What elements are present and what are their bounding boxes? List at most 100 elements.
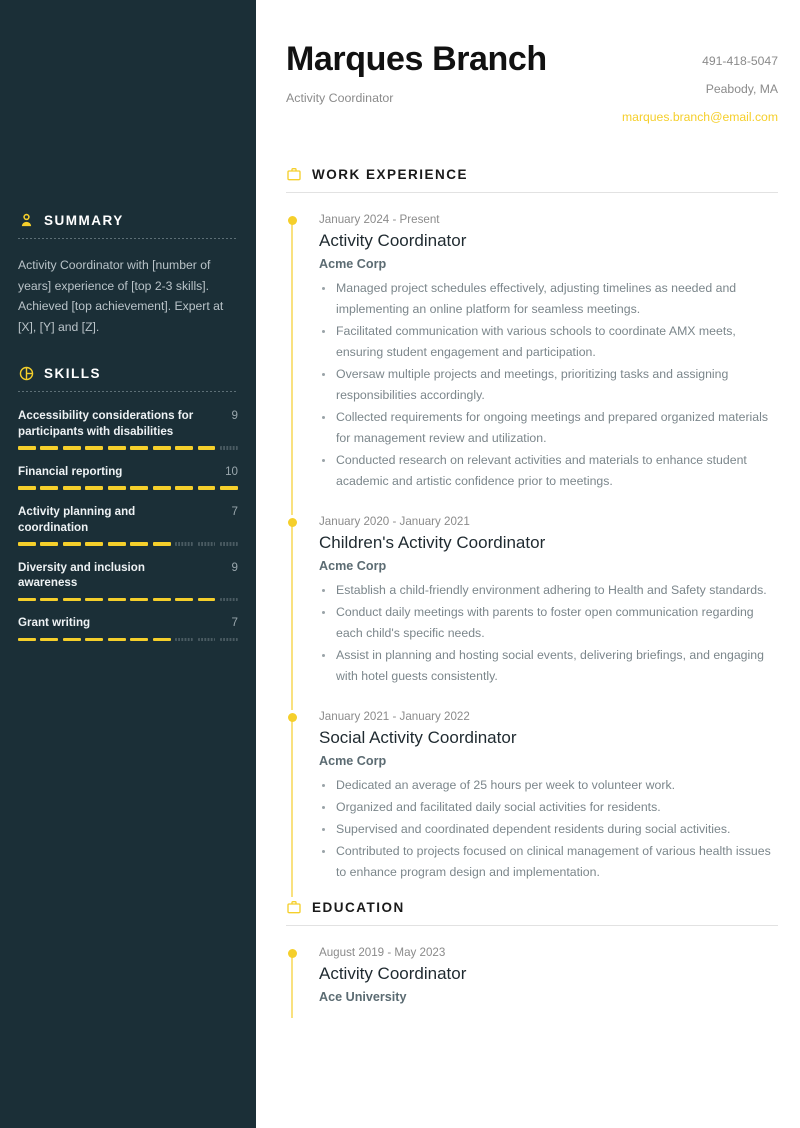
work-experience-header: WORK EXPERIENCE bbox=[286, 166, 778, 182]
skill-rating-segment bbox=[18, 486, 36, 491]
skill-rating-segment bbox=[40, 637, 59, 642]
skill-item: Diversity and inclusion awareness 9 bbox=[18, 560, 238, 602]
skill-top: Grant writing 7 bbox=[18, 615, 238, 631]
sidebar-section-skills: SKILLS Accessibility considerations for … bbox=[18, 337, 238, 642]
timeline-line bbox=[291, 521, 293, 710]
entry-role: Activity Coordinator bbox=[319, 231, 467, 250]
skill-name: Grant writing bbox=[18, 616, 91, 630]
skill-rating-segment bbox=[62, 446, 81, 450]
skill-score: 9 bbox=[231, 409, 238, 423]
summary-header: SUMMARY bbox=[18, 212, 238, 229]
section-work-experience: WORK EXPERIENCE January 2024 - Present Ac… bbox=[286, 166, 778, 897]
skill-rating-segment bbox=[175, 542, 194, 546]
skill-rating-segment bbox=[85, 597, 104, 602]
entry-bullet-list: Establish a child-friendly environment a… bbox=[319, 580, 778, 687]
timeline-dot bbox=[287, 518, 297, 527]
entry-bullet-list: Dedicated an average of 25 hours per wee… bbox=[319, 775, 778, 883]
skills-list: Accessibility considerations for partici… bbox=[18, 408, 238, 642]
skill-name: Financial reporting bbox=[18, 464, 123, 478]
contact-block: 491-418-5047 Peabody, MA marques.branch@… bbox=[622, 40, 778, 124]
resume-page: SUMMARY Activity Coordinator with [numbe… bbox=[0, 0, 800, 1128]
timeline-dot bbox=[287, 216, 297, 225]
summary-text: Activity Coordinator with [number of yea… bbox=[18, 258, 224, 334]
entry-organization: Acme Corp bbox=[319, 257, 387, 271]
skill-rating-segment bbox=[62, 542, 81, 546]
work-experience-entries: January 2024 - Present Activity Coordinat… bbox=[286, 193, 778, 897]
education-title: EDUCATION bbox=[312, 899, 405, 915]
entry-role: Social Activity Coordinator bbox=[319, 728, 517, 747]
skill-rating-segment bbox=[18, 542, 36, 546]
work-experience-title: WORK EXPERIENCE bbox=[312, 166, 469, 182]
person-icon bbox=[18, 212, 35, 229]
entry-date: January 2020 - January 2021 bbox=[319, 515, 470, 528]
entry-bullet: Organized and facilitated daily social a… bbox=[319, 797, 778, 818]
skill-rating-segment bbox=[18, 597, 36, 602]
skill-rating-segment bbox=[197, 637, 216, 642]
entry-bullet: Dedicated an average of 25 hours per wee… bbox=[319, 775, 778, 796]
skill-top: Accessibility considerations for partici… bbox=[18, 408, 238, 439]
skill-rating-segment bbox=[220, 486, 238, 491]
entry-organization: Ace University bbox=[319, 990, 407, 1004]
skill-rating-segment bbox=[40, 542, 59, 546]
skill-rating-segment bbox=[220, 542, 238, 546]
timeline-line bbox=[291, 716, 293, 897]
sidebar-section-summary: SUMMARY Activity Coordinator with [numbe… bbox=[18, 0, 238, 337]
skill-rating-segment bbox=[62, 597, 81, 602]
summary-divider bbox=[18, 238, 238, 239]
skill-rating-segment bbox=[130, 542, 149, 546]
skill-name: Activity planning and coordination bbox=[18, 505, 136, 534]
skill-rating-segment bbox=[85, 486, 104, 491]
skill-rating-segment bbox=[152, 637, 171, 642]
skill-rating-segment bbox=[40, 486, 59, 491]
skill-top: Activity planning and coordination 7 bbox=[18, 504, 238, 535]
skill-rating-segment bbox=[197, 446, 216, 450]
skill-rating-segment bbox=[152, 542, 171, 546]
entry-bullet: Establish a child-friendly environment a… bbox=[319, 580, 778, 601]
skills-title: SKILLS bbox=[44, 366, 102, 382]
skill-rating-segment bbox=[107, 597, 126, 602]
entry-bullet: Conducted research on relevant activitie… bbox=[319, 450, 778, 492]
skill-top: Financial reporting 10 bbox=[18, 464, 238, 480]
skill-rating-bar bbox=[18, 446, 238, 450]
skill-rating-segment bbox=[85, 637, 104, 642]
skills-divider bbox=[18, 391, 238, 393]
skill-item: Accessibility considerations for partici… bbox=[18, 408, 238, 450]
skill-rating-segment bbox=[197, 542, 216, 546]
page-title: Marques Branch bbox=[286, 40, 547, 78]
skill-item: Activity planning and coordination 7 bbox=[18, 504, 238, 546]
entry-bullet: Facilitated communication with various s… bbox=[319, 321, 778, 363]
skill-item: Financial reporting 10 bbox=[18, 464, 238, 491]
timeline-line bbox=[291, 952, 293, 1018]
chart-circle-icon bbox=[18, 365, 35, 382]
sidebar: SUMMARY Activity Coordinator with [numbe… bbox=[0, 0, 256, 1128]
skill-item: Grant writing 7 bbox=[18, 615, 238, 642]
entry-role: Children's Activity Coordinator bbox=[319, 533, 546, 552]
skill-rating-segment bbox=[18, 446, 36, 450]
entry-organization: Acme Corp bbox=[319, 559, 387, 573]
section-education: EDUCATION August 2019 - May 2023 Activity… bbox=[286, 899, 778, 1018]
entry-bullet: Supervised and coordinated dependent res… bbox=[319, 819, 778, 840]
entry-date: January 2021 - January 2022 bbox=[319, 710, 470, 723]
contact-location: Peabody, MA bbox=[705, 82, 778, 96]
skill-rating-segment bbox=[220, 597, 238, 602]
education-header: EDUCATION bbox=[286, 899, 778, 915]
entry-date: August 2019 - May 2023 bbox=[319, 946, 446, 959]
skill-rating-segment bbox=[152, 597, 171, 602]
skill-rating-segment bbox=[197, 486, 216, 491]
skill-score: 10 bbox=[225, 464, 238, 478]
skill-rating-bar bbox=[18, 486, 238, 491]
skill-rating-segment bbox=[152, 486, 171, 491]
skill-name: Accessibility considerations for partici… bbox=[18, 409, 194, 438]
skill-rating-segment bbox=[175, 637, 194, 642]
timeline-entry: January 2024 - Present Activity Coordinat… bbox=[286, 213, 778, 515]
entry-bullet: Collected requirements for ongoing meeti… bbox=[319, 407, 778, 449]
contact-email[interactable]: marques.branch@email.com bbox=[622, 110, 778, 124]
skill-rating-segment bbox=[40, 597, 59, 602]
timeline-entry: January 2020 - January 2021 Children's Ac… bbox=[286, 515, 778, 710]
entry-organization: Acme Corp bbox=[319, 754, 387, 768]
skill-rating-segment bbox=[130, 486, 149, 491]
entry-bullet: Conduct daily meetings with parents to f… bbox=[319, 602, 778, 644]
skill-rating-segment bbox=[62, 637, 81, 642]
skill-rating-bar bbox=[18, 542, 238, 546]
skill-rating-segment bbox=[107, 542, 126, 546]
